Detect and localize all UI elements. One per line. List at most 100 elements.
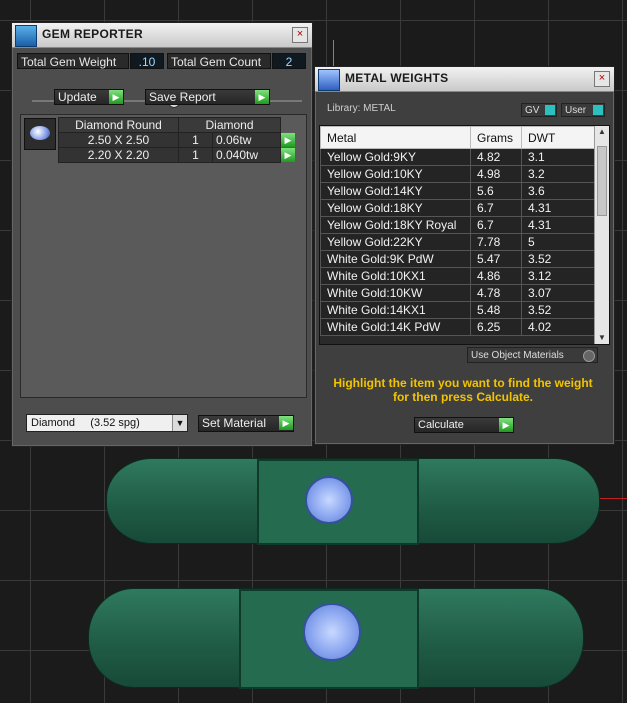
gem-weight: 0.040tw ▶ [212,147,295,163]
user-toggle[interactable]: User [561,103,605,117]
metal-cell-metal: White Gold:14KX1 [320,301,471,319]
scroll-down-icon[interactable]: ▼ [595,332,609,344]
play-arrow-icon: ▶ [279,416,293,430]
metal-cell-grams: 6.7 [470,199,522,217]
table-row[interactable]: Yellow Gold:22KY 7.78 5 [320,233,596,251]
metal-cell-grams: 5.48 [470,301,522,319]
table-row[interactable]: White Gold:10KX1 4.86 3.12 [320,267,596,285]
gem-table: Diamond Round Diamond 2.50 X 2.50 1 0.06… [58,117,295,163]
gem-count: 1 [178,132,213,148]
metal-table-header: Metal Grams DWT [320,126,596,149]
material-select-value: Diamond (3.52 spg) [31,417,140,429]
scroll-up-icon[interactable]: ▲ [595,126,609,138]
gem-setting-icon [303,603,361,661]
gem-header-shape: Diamond Round [58,117,179,133]
table-row[interactable]: Yellow Gold:10KY 4.98 3.2 [320,165,596,183]
update-button[interactable]: Update ▶ [54,89,124,105]
table-row[interactable]: Yellow Gold:9KY 4.82 3.1 [320,148,596,166]
table-row[interactable]: White Gold:14KX1 5.48 3.52 [320,301,596,319]
metal-cell-grams: 4.86 [470,267,522,285]
table-row[interactable]: White Gold:14K PdW 6.25 4.02 [320,318,596,336]
metal-cell-metal: Yellow Gold:18KY [320,199,471,217]
table-row[interactable]: Yellow Gold:18KY Royal 6.7 4.31 [320,216,596,234]
set-material-button[interactable]: Set Material ▶ [198,415,294,432]
metal-cell-metal: Yellow Gold:14KY [320,182,471,200]
metal-cell-dwt: 3.6 [521,182,596,200]
metal-table-scrollbar[interactable]: ▲ ▼ [594,126,609,344]
close-icon[interactable]: × [292,27,308,43]
metal-cell-grams: 6.7 [470,216,522,234]
use-object-materials-toggle[interactable]: Use Object Materials [467,347,598,363]
metal-cell-grams: 5.6 [470,182,522,200]
gem-weight: 0.06tw ▶ [212,132,295,148]
material-select[interactable]: Diamond (3.52 spg) ▼ [26,414,188,432]
metal-cell-grams: 7.78 [470,233,522,251]
metal-cell-metal: Yellow Gold:9KY [320,148,471,166]
table-row[interactable]: White Gold:10KW 4.78 3.07 [320,284,596,302]
metal-table-container[interactable]: Metal Grams DWT Yellow Gold:9KY 4.82 3.1 Ye… [319,125,610,345]
instruction-line-1: Highlight the item you want to find the … [333,376,593,390]
metal-cell-metal: White Gold:14K PdW [320,318,471,336]
calculate-button[interactable]: Calculate ▶ [414,417,514,433]
table-row[interactable]: Yellow Gold:18KY 6.7 4.31 [320,199,596,217]
metal-cell-dwt: 3.52 [521,250,596,268]
total-gem-weight-value: .10 [130,53,164,69]
total-gem-count-value: 2 [272,53,306,69]
user-toggle-label: User [565,105,587,116]
chevron-down-icon: ▼ [172,415,187,431]
table-row[interactable]: 2.20 X 2.20 1 0.040tw ▶ [58,147,295,163]
metal-cell-dwt: 4.31 [521,216,596,234]
ring-model-bottom[interactable] [88,588,584,689]
library-label: Library: METAL [327,103,396,114]
play-arrow-icon: ▶ [109,90,123,104]
table-row[interactable]: Yellow Gold:14KY 5.6 3.6 [320,182,596,200]
scrollbar-thumb[interactable] [597,146,607,216]
save-report-button[interactable]: Save Report ▶ [145,89,270,105]
radio-icon [583,350,595,362]
metal-cell-grams: 6.25 [470,318,522,336]
metal-cell-dwt: 4.31 [521,199,596,217]
metal-cell-metal: Yellow Gold:10KY [320,165,471,183]
save-report-button-label: Save Report [149,90,216,104]
gv-toggle[interactable]: GV [521,103,557,117]
metal-cell-metal: Yellow Gold:22KY [320,233,471,251]
metal-cell-dwt: 4.02 [521,318,596,336]
gem-reporter-app-icon [15,25,37,47]
gem-reporter-titlebar[interactable]: GEM REPORTER × [12,23,312,48]
metal-cell-metal: White Gold:10KX1 [320,267,471,285]
metal-cell-dwt: 5 [521,233,596,251]
play-arrow-icon[interactable]: ▶ [281,133,295,147]
header-metal[interactable]: Metal [320,126,471,149]
header-dwt[interactable]: DWT [521,126,596,149]
header-grams[interactable]: Grams [470,126,522,149]
instruction-line-2: for then press Calculate. [392,390,534,404]
metal-cell-dwt: 3.12 [521,267,596,285]
gem-size: 2.50 X 2.50 [58,132,179,148]
gem-weight-text: 0.06tw [216,133,252,147]
ring-model-top[interactable] [106,458,600,545]
toggle-indicator-icon [593,105,603,115]
gem-thumbnail[interactable] [24,118,56,150]
metal-cell-dwt: 3.2 [521,165,596,183]
play-arrow-icon[interactable]: ▶ [281,148,295,162]
diamond-oval-icon [30,126,50,140]
metal-cell-grams: 5.47 [470,250,522,268]
metal-weights-title: METAL WEIGHTS [345,71,449,85]
close-icon[interactable]: × [594,71,610,87]
play-arrow-icon: ▶ [499,418,513,432]
gem-reporter-title: GEM REPORTER [42,27,143,41]
table-row[interactable]: 2.50 X 2.50 1 0.06tw ▶ [58,132,295,148]
gem-list[interactable]: Diamond Round Diamond 2.50 X 2.50 1 0.06… [20,114,307,398]
play-arrow-icon: ▶ [255,90,269,104]
metal-cell-dwt: 3.07 [521,284,596,302]
metal-cell-grams: 4.98 [470,165,522,183]
table-row[interactable]: White Gold:9K PdW 5.47 3.52 [320,250,596,268]
metal-table: Metal Grams DWT Yellow Gold:9KY 4.82 3.1 Ye… [320,126,596,336]
toggle-indicator-icon [545,105,555,115]
metal-weights-titlebar[interactable]: METAL WEIGHTS × [315,67,614,92]
gem-size: 2.20 X 2.20 [58,147,179,163]
gem-setting-icon [305,476,353,524]
gem-count: 1 [178,147,213,163]
metal-cell-dwt: 3.1 [521,148,596,166]
metal-cell-dwt: 3.52 [521,301,596,319]
